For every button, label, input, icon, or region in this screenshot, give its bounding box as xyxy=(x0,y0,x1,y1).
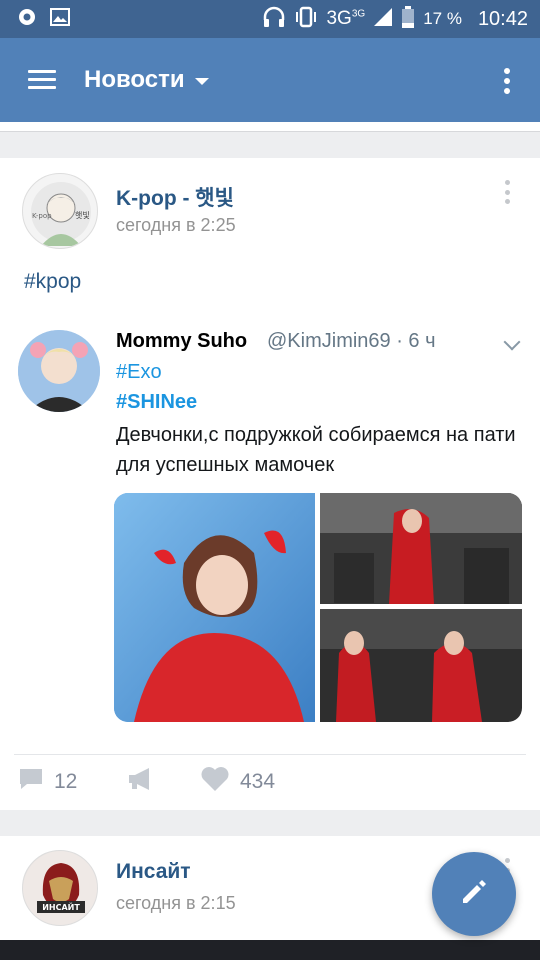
tweet-photos[interactable] xyxy=(114,493,522,722)
pencil-icon xyxy=(459,877,489,912)
comments-button[interactable]: 12 xyxy=(18,756,77,808)
signal-icon xyxy=(373,7,393,32)
tweet-tag-shinee: #SHINee xyxy=(116,391,198,413)
share-button[interactable] xyxy=(127,756,155,808)
tweet-author-avatar xyxy=(18,330,100,412)
image-icon xyxy=(50,7,70,31)
svg-text:ИНСАЙТ: ИНСАЙТ xyxy=(42,901,80,912)
comment-icon xyxy=(18,767,44,797)
battery-icon xyxy=(401,5,415,33)
heart-icon xyxy=(200,766,230,798)
like-button[interactable]: 434 xyxy=(200,756,275,808)
news-post: K-pop 햇빛 K-pop - 햇빛 сегодня в 2:25 #kpop… xyxy=(0,158,540,810)
page-title: Новости xyxy=(84,66,185,93)
next-post-image-edge xyxy=(0,940,540,960)
post-hashtag[interactable]: #kpop xyxy=(24,270,81,294)
community-avatar[interactable]: K-pop 햇빛 xyxy=(22,173,98,249)
more-options-button[interactable] xyxy=(504,68,510,94)
svg-text:K-pop: K-pop xyxy=(32,212,52,220)
network-type: 3G3G xyxy=(326,8,366,29)
app-bar: Новости xyxy=(0,38,540,122)
tweet-tag-exo: #Exo xyxy=(116,361,162,383)
tweet-text: Девчонки,с подружкой собираемся на пати … xyxy=(116,424,516,476)
likes-count: 434 xyxy=(240,770,276,793)
sync-icon xyxy=(18,8,36,31)
clock: 10:42 xyxy=(477,7,528,30)
tweet-handle: @KimJimin69 · 6 ч xyxy=(267,330,436,352)
post-time: сегодня в 2:25 xyxy=(116,215,236,235)
vibrate-icon xyxy=(294,6,318,33)
dropdown-arrow-icon xyxy=(194,78,209,85)
hamburger-icon xyxy=(28,70,56,90)
feed-selector[interactable]: Новости xyxy=(84,66,209,94)
post-author[interactable]: K-pop - 햇빛 xyxy=(116,182,234,212)
new-post-button[interactable] xyxy=(432,852,516,936)
battery-percent: 17 % xyxy=(423,9,462,28)
post-time: сегодня в 2:15 xyxy=(116,893,236,913)
post-author[interactable]: Инсайт xyxy=(116,860,191,884)
post-menu-button[interactable] xyxy=(505,180,511,204)
community-avatar[interactable]: ИНСАЙТ xyxy=(22,850,98,926)
actions-divider xyxy=(14,754,526,755)
headset-icon xyxy=(262,6,286,33)
status-bar: 3G3G 17 % 10:42 xyxy=(0,0,540,38)
svg-text:햇빛: 햇빛 xyxy=(75,210,90,220)
tweet-author-name: Mommy Suho xyxy=(116,330,248,352)
previous-post-bottom xyxy=(0,122,540,132)
comments-count: 12 xyxy=(54,770,78,793)
megaphone-icon xyxy=(127,767,155,797)
menu-button[interactable] xyxy=(0,38,84,122)
chevron-down-icon xyxy=(503,333,521,351)
post-actions: 12 434 xyxy=(0,756,540,808)
